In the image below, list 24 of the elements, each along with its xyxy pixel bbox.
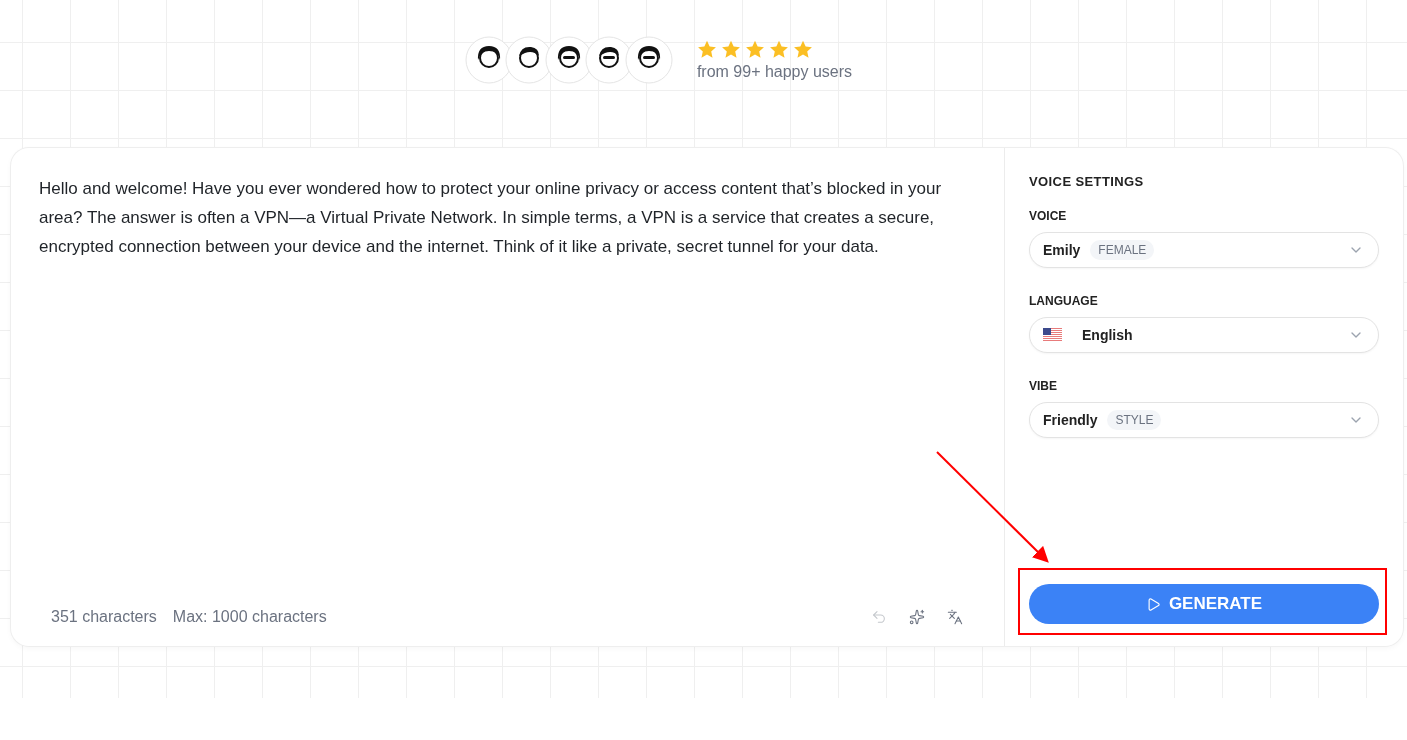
panel-title: VOICE SETTINGS bbox=[1029, 174, 1145, 189]
character-limit: Max: 1000 characters bbox=[172, 608, 327, 626]
select-dropdown[interactable]: English bbox=[1029, 317, 1379, 353]
option-tag: STYLE bbox=[1107, 410, 1162, 430]
translate-button[interactable] bbox=[947, 609, 963, 625]
script-text-field[interactable]: Hello and welcome! Have you ever wondered how to protect your online privacy or access content that’s blocked in your area? The answer is often a VPN—a Virtual Private Network. In simple terms, a VPN is a service that creates a secure, encrypted connection between your device and the internet. Think of it like a private, secret tunnel for your data. bbox=[39, 174, 956, 608]
avatar-icon bbox=[624, 36, 673, 84]
star-icon bbox=[792, 39, 813, 59]
star-icon bbox=[720, 39, 741, 59]
generate-button[interactable]: GENERATE bbox=[1029, 584, 1379, 624]
flag-icon bbox=[1043, 328, 1062, 342]
select-dropdown[interactable]: Emily FEMALE bbox=[1029, 232, 1379, 268]
field-label: LANGUAGE bbox=[1029, 294, 1099, 308]
star-icon bbox=[768, 39, 789, 59]
star-icon bbox=[744, 39, 765, 59]
field-label: VIBE bbox=[1029, 379, 1058, 393]
star-icon bbox=[696, 39, 717, 59]
rating-caption: from 99+ happy users bbox=[696, 62, 853, 81]
option-tag: FEMALE bbox=[1090, 240, 1155, 260]
character-count: 351 characters bbox=[51, 608, 157, 626]
select-dropdown[interactable]: Friendly STYLE bbox=[1029, 402, 1379, 438]
field-label: VOICE bbox=[1029, 209, 1068, 223]
play-icon bbox=[1145, 596, 1161, 612]
sparkles-button[interactable] bbox=[909, 609, 925, 625]
